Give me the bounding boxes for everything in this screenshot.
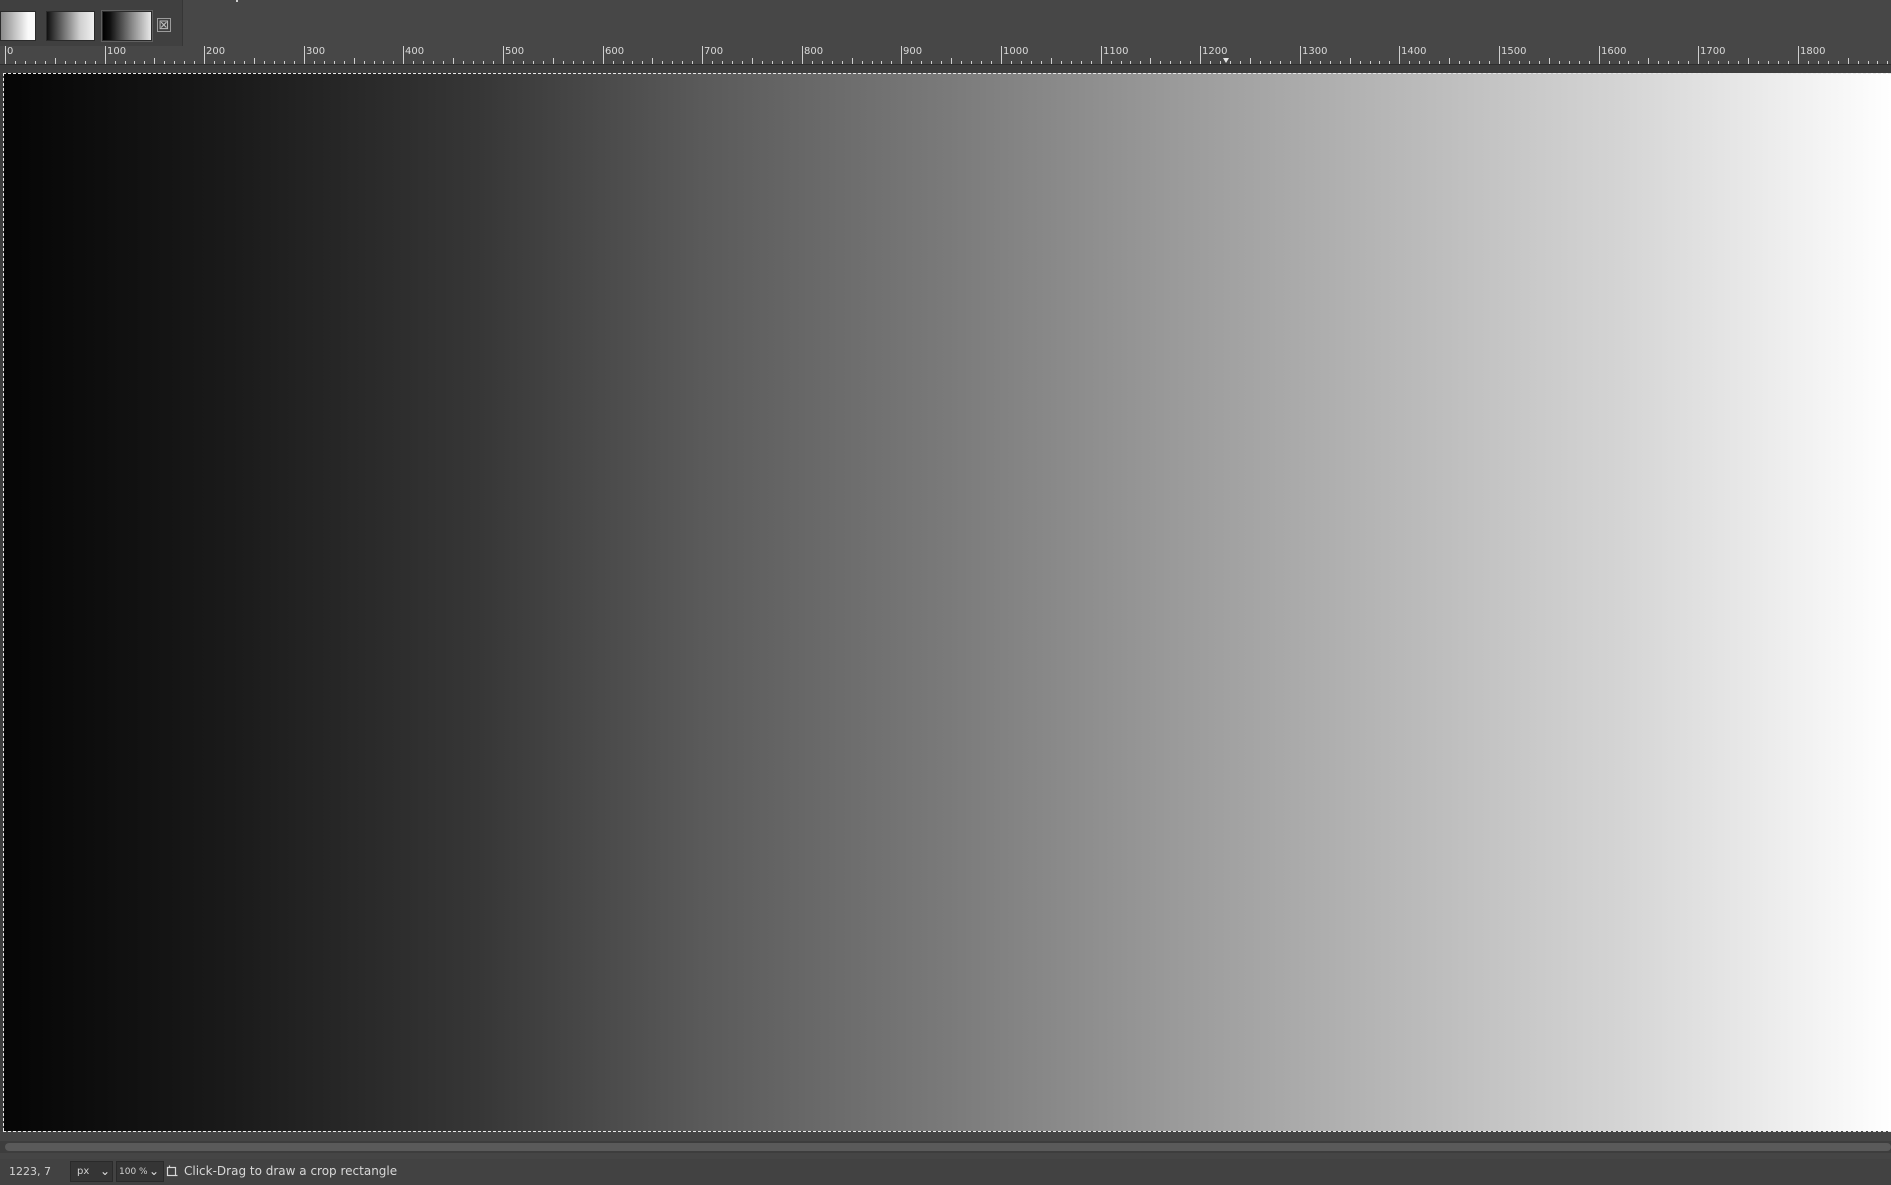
scrollbar-thumb[interactable] — [5, 1143, 1891, 1151]
ruler-label: 1400 — [1401, 46, 1427, 57]
ruler-label: 800 — [804, 46, 824, 57]
selection-border-bottom — [3, 1131, 1891, 1132]
zoom-value: 100 % — [119, 1167, 148, 1177]
ruler-label: 900 — [903, 46, 923, 57]
crop-icon — [166, 1165, 178, 1177]
ruler-label: 200 — [206, 46, 226, 57]
ruler-label: 1100 — [1103, 46, 1129, 57]
ruler-label: 100 — [107, 46, 127, 57]
selection-border-left — [3, 73, 4, 1131]
image-tab-1[interactable] — [0, 11, 36, 41]
ruler-label: 1600 — [1601, 46, 1627, 57]
ruler-label: 0 — [7, 46, 14, 57]
gradient-image[interactable] — [4, 73, 1891, 1131]
ruler-label: 700 — [704, 46, 724, 57]
selection-border-top — [3, 73, 1891, 74]
close-tab-icon[interactable]: ⊠ — [157, 18, 171, 33]
ruler-label: 1200 — [1202, 46, 1228, 57]
image-tab-bar: ⊠ — [0, 0, 1891, 47]
unit-value: px — [77, 1166, 90, 1177]
image-tab-3-active[interactable] — [101, 10, 153, 42]
ruler-label: 1500 — [1501, 46, 1527, 57]
image-editor-window: ⊠ 0 100 200 300 400 500 600 700 800 900 1000 1100 12… — [0, 0, 1891, 1185]
tool-hint-text: Click-Drag to draw a crop rectangle — [184, 1164, 398, 1178]
ruler-label: 500 — [505, 46, 525, 57]
pointer-coordinates: 1223, 7 — [9, 1165, 51, 1178]
canvas-area[interactable] — [0, 65, 1891, 1132]
chevron-down-icon: ⌄ — [148, 1164, 160, 1178]
ruler-label: 400 — [405, 46, 425, 57]
top-marker — [236, 0, 238, 2]
image-tabs: ⊠ — [0, 0, 183, 46]
chevron-down-icon: ⌄ — [99, 1164, 111, 1178]
horizontal-ruler[interactable]: 0 100 200 300 400 500 600 700 800 900 1000 1100 1200… — [0, 46, 1891, 65]
ruler-label: 1800 — [1800, 46, 1826, 57]
unit-select[interactable]: px ⌄ — [70, 1161, 113, 1182]
ruler-label: 1700 — [1700, 46, 1726, 57]
ruler-label: 1300 — [1302, 46, 1328, 57]
horizontal-scrollbar[interactable] — [0, 1141, 1891, 1153]
status-bar: 1223, 7 px ⌄ 100 % ⌄ Click-Drag to draw … — [0, 1159, 1891, 1185]
ruler-label: 600 — [605, 46, 625, 57]
image-tab-2[interactable] — [46, 11, 95, 41]
ruler-label: 300 — [306, 46, 326, 57]
zoom-select[interactable]: 100 % ⌄ — [116, 1161, 164, 1182]
ruler-label: 1000 — [1003, 46, 1029, 57]
ruler-pointer-marker — [1223, 58, 1229, 63]
